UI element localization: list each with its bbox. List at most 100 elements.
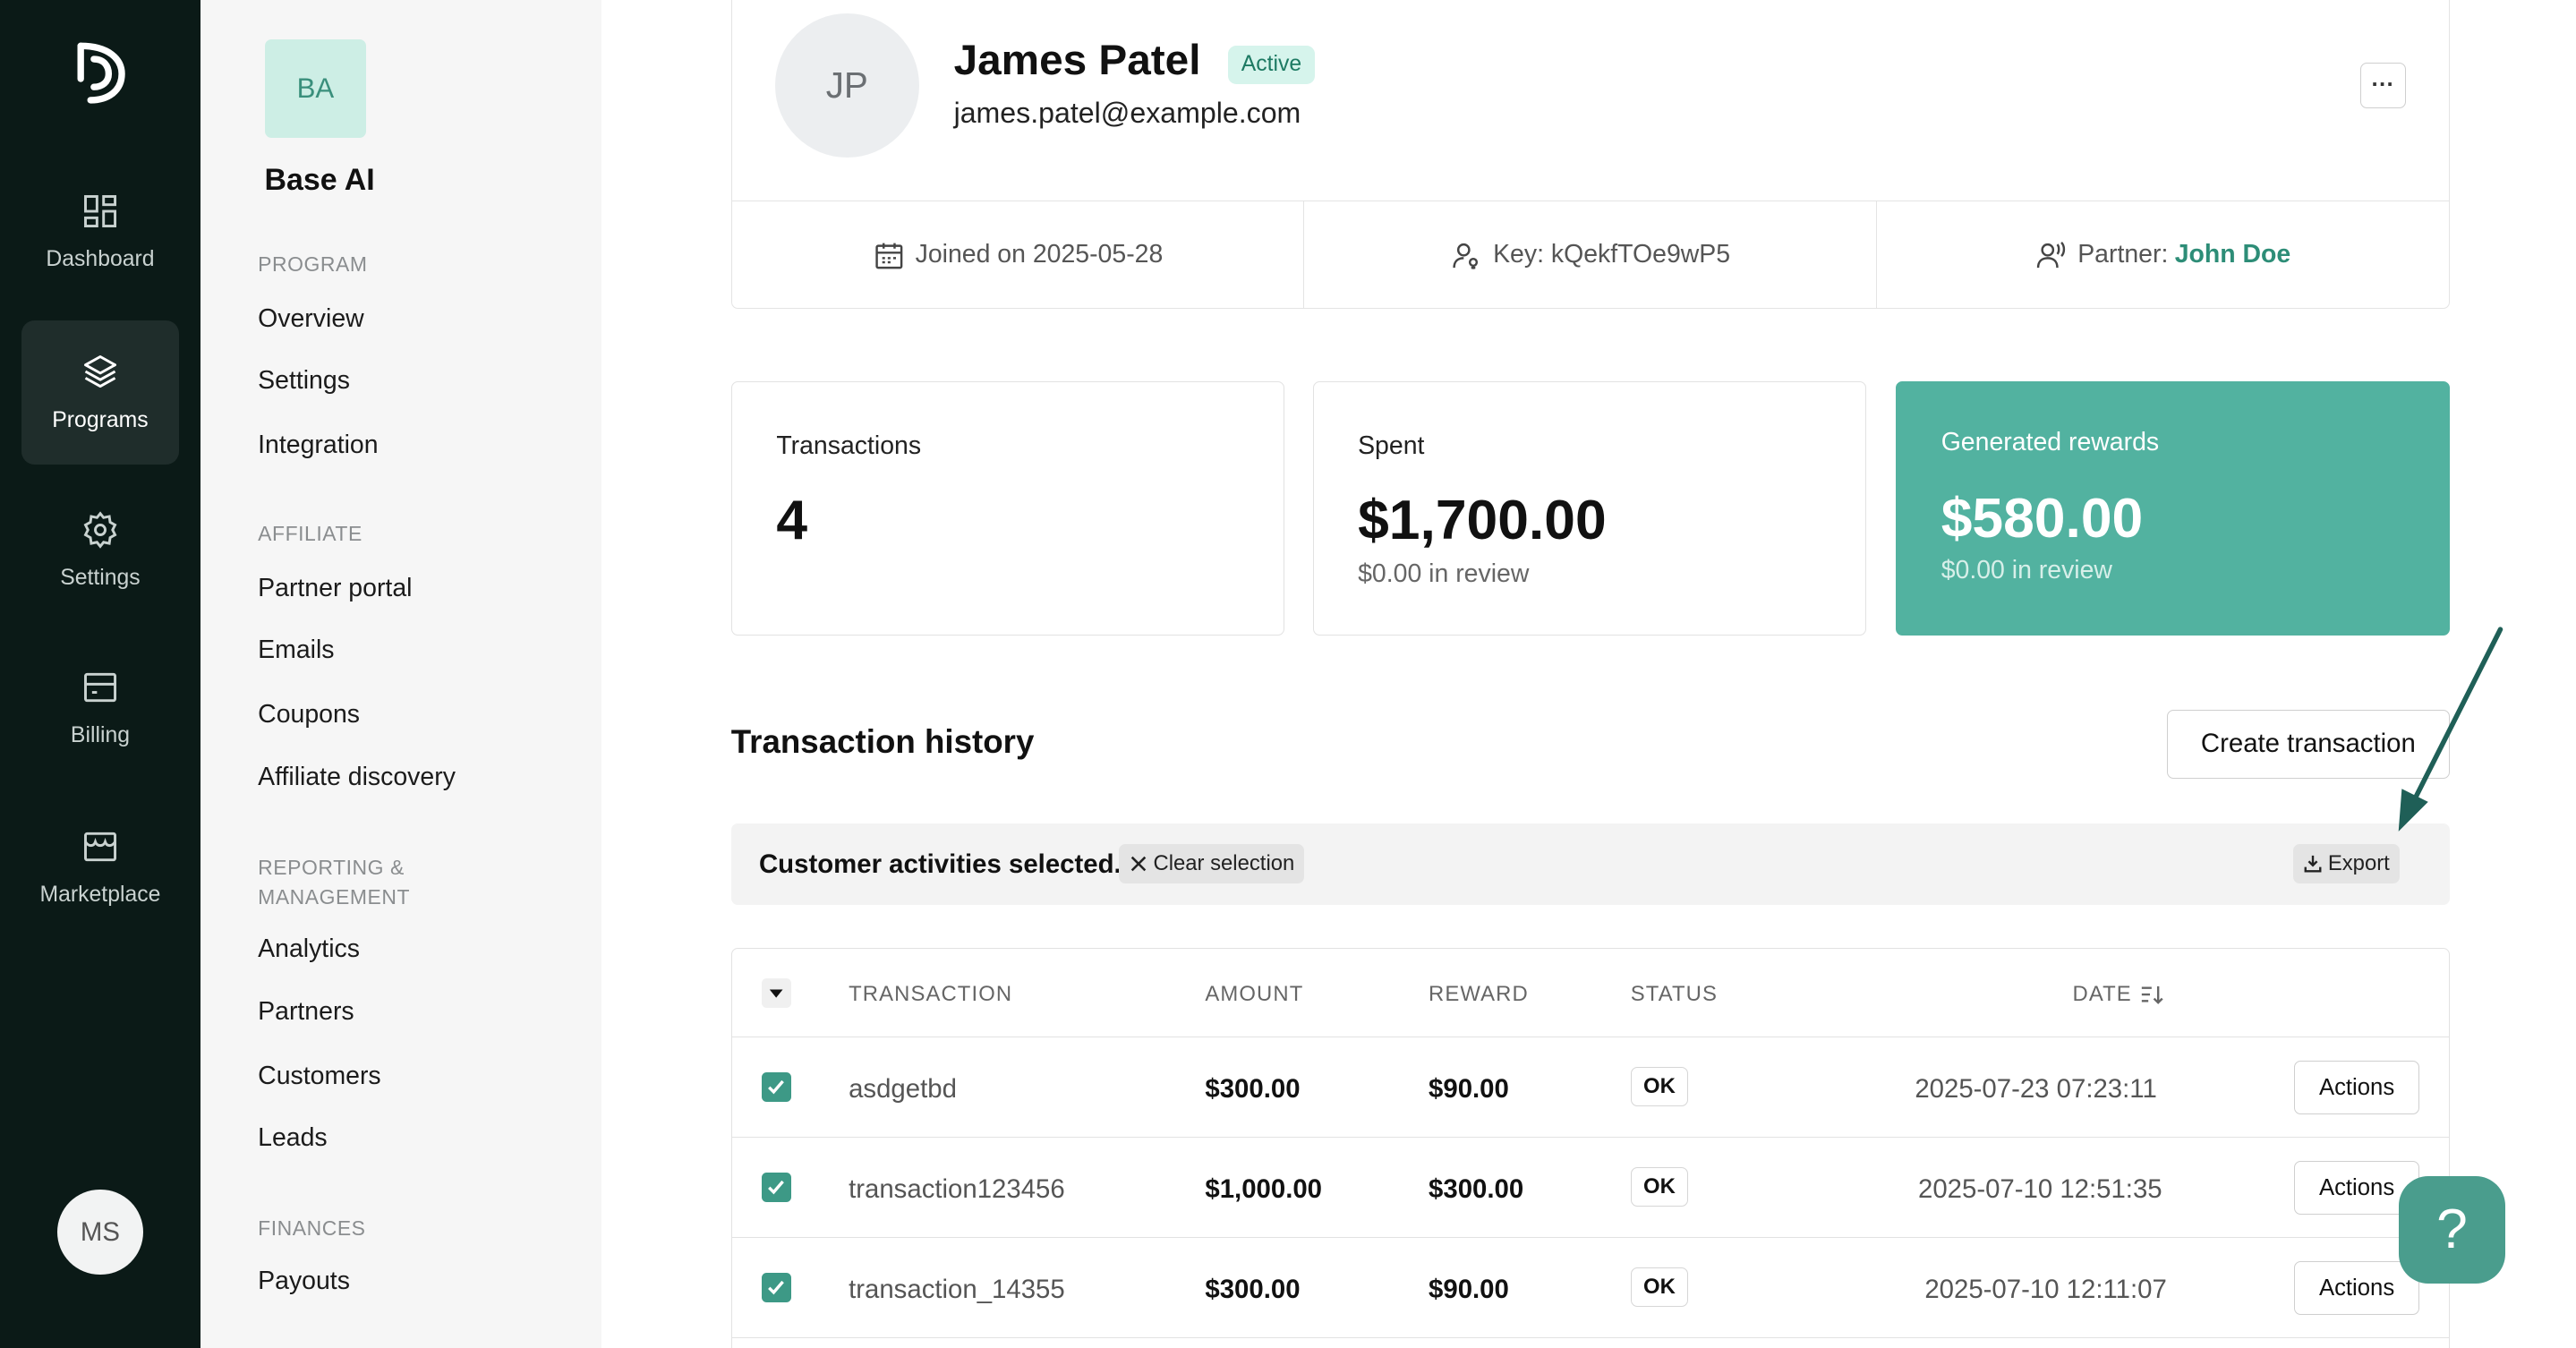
- table-row[interactable]: transaction_14355 $300.00 $90.00 OK 2025…: [731, 1238, 2449, 1339]
- customer-avatar: JP: [774, 13, 920, 158]
- joined-date: Joined on 2025-05-28: [732, 200, 1305, 310]
- caret-down-icon: [769, 989, 783, 999]
- transaction-id: asdgetbd: [849, 1073, 957, 1104]
- user-key-icon: [1453, 243, 1479, 269]
- table-row[interactable]: transaction123456 $1,000.00 $300.00 OK 2…: [731, 1138, 2449, 1239]
- layers-icon: [83, 355, 116, 388]
- row-actions-button[interactable]: Actions: [2294, 1060, 2419, 1115]
- download-icon: [2304, 856, 2322, 873]
- stat-card-spent: Spent $1,700.00 $0.00 in review: [1312, 380, 1867, 636]
- transaction-amount: $300.00: [1205, 1073, 1301, 1104]
- transaction-amount: $1,000.00: [1205, 1173, 1323, 1204]
- store-icon: [83, 832, 116, 862]
- program-sidebar: BA Base AI PROGRAM Overview Settings Int…: [200, 0, 601, 1348]
- transaction-reward: $90.00: [1429, 1073, 1509, 1104]
- transaction-reward: $300.00: [1429, 1173, 1524, 1204]
- rail-label: Programs: [52, 407, 149, 432]
- main-content: JP James Patel Active james.patel@exampl…: [601, 0, 2576, 1348]
- section-heading-program: PROGRAM: [258, 252, 368, 276]
- section-heading-finances: FINANCES: [258, 1216, 366, 1241]
- status-tag: OK: [1630, 1167, 1689, 1207]
- stat-card-transactions: Transactions 4: [730, 380, 1285, 636]
- transaction-date: 2025-07-10 12:11:07: [1924, 1274, 2167, 1304]
- clear-selection-button[interactable]: Clear selection: [1118, 844, 1305, 884]
- section-heading-reporting: REPORTING & MANAGEMENT: [258, 853, 410, 912]
- stat-subtext: $0.00 in review: [1358, 559, 1530, 589]
- logo-icon[interactable]: [73, 39, 128, 105]
- app-rail: Dashboard Programs Settings Billing Mark…: [0, 0, 200, 1348]
- stat-card-rewards: Generated rewards $580.00 $0.00 in revie…: [1896, 380, 2450, 636]
- user-voice-icon: [2036, 241, 2065, 268]
- transaction-date: 2025-07-10 12:51:35: [1918, 1173, 2162, 1204]
- rail-item-dashboard[interactable]: Dashboard: [21, 159, 179, 304]
- rail-label: Dashboard: [46, 246, 155, 271]
- partner-info: Partner: John Doe: [1877, 201, 2449, 309]
- close-icon: [1130, 857, 1147, 872]
- select-all-toggle[interactable]: [761, 978, 791, 1009]
- status-tag: OK: [1630, 1267, 1689, 1308]
- rail-label: Billing: [70, 723, 130, 748]
- customer-meta-row: Joined on 2025-05-28 Key: kQekfTOe9wP5 P…: [731, 200, 2449, 310]
- calendar-icon: [875, 243, 903, 269]
- sidebar-item-emails[interactable]: Emails: [258, 636, 334, 665]
- transactions-table: TRANSACTION AMOUNT REWARD STATUS DATE as…: [730, 948, 2450, 1348]
- transaction-reward: $90.00: [1429, 1274, 1509, 1304]
- sort-icon: [2141, 985, 2163, 1004]
- table-header: TRANSACTION AMOUNT REWARD STATUS DATE: [731, 949, 2449, 1038]
- column-header-transaction: TRANSACTION: [849, 981, 1013, 1006]
- stat-label: Spent: [1358, 431, 1425, 460]
- customer-key: Key: kQekfTOe9wP5: [1304, 200, 1878, 310]
- rail-label: Settings: [60, 566, 141, 591]
- sidebar-item-integration[interactable]: Integration: [258, 431, 378, 460]
- sidebar-item-coupons[interactable]: Coupons: [258, 700, 360, 729]
- key-text: Key: kQekfTOe9wP5: [1493, 240, 1731, 269]
- transaction-id: transaction123456: [849, 1173, 1065, 1204]
- stat-value: $580.00: [1941, 488, 2144, 550]
- more-options-button[interactable]: ···: [2359, 62, 2406, 109]
- billing-icon: [83, 672, 116, 703]
- section-heading-line: REPORTING &: [258, 855, 405, 879]
- column-header-date-label: DATE: [2072, 981, 2132, 1006]
- row-checkbox[interactable]: [761, 1071, 791, 1102]
- row-checkbox[interactable]: [761, 1272, 791, 1302]
- sidebar-item-overview[interactable]: Overview: [258, 304, 364, 334]
- sidebar-item-partners[interactable]: Partners: [258, 997, 354, 1027]
- rail-item-programs[interactable]: Programs: [21, 320, 180, 465]
- sidebar-item-affiliate-discovery[interactable]: Affiliate discovery: [258, 763, 456, 792]
- stat-subtext: $0.00 in review: [1941, 556, 2112, 585]
- gear-icon: [83, 511, 117, 549]
- sidebar-item-payouts[interactable]: Payouts: [258, 1267, 350, 1296]
- selection-bar: Customer activities selected. Clear sele…: [730, 823, 2450, 906]
- table-row[interactable]: asdgetbd $300.00 $90.00 OK 2025-07-23 07…: [731, 1037, 2449, 1139]
- user-avatar[interactable]: MS: [57, 1189, 143, 1275]
- column-header-date[interactable]: DATE: [2073, 982, 2163, 1007]
- dashboard-icon: [83, 194, 116, 227]
- stat-value: 4: [776, 490, 808, 552]
- sidebar-item-settings[interactable]: Settings: [258, 366, 350, 396]
- stat-value: $1,700.00: [1358, 490, 1607, 552]
- section-title: Transaction history: [730, 722, 1035, 760]
- check-icon: [768, 1080, 785, 1095]
- rail-item-marketplace[interactable]: Marketplace: [21, 795, 179, 940]
- help-button[interactable]: ?: [2398, 1176, 2506, 1284]
- customer-profile-card: JP James Patel Active james.patel@exampl…: [730, 0, 2450, 310]
- row-checkbox[interactable]: [761, 1172, 791, 1202]
- stat-label: Generated rewards: [1941, 428, 2160, 457]
- joined-text: Joined on 2025-05-28: [915, 240, 1164, 269]
- sidebar-item-partner-portal[interactable]: Partner portal: [258, 574, 412, 603]
- sidebar-item-leads[interactable]: Leads: [258, 1123, 327, 1153]
- transaction-amount: $300.00: [1205, 1274, 1301, 1304]
- rail-item-settings[interactable]: Settings: [21, 478, 179, 623]
- transaction-id: transaction_14355: [849, 1274, 1065, 1304]
- section-heading-affiliate: AFFILIATE: [258, 522, 363, 546]
- customer-email: james.patel@example.com: [953, 97, 1301, 130]
- partner-label: Partner:: [2077, 240, 2169, 269]
- row-actions-button[interactable]: Actions: [2294, 1260, 2419, 1316]
- export-label: Export: [2327, 851, 2390, 876]
- brand-name: Base AI: [264, 162, 375, 197]
- export-button[interactable]: Export: [2293, 844, 2400, 884]
- partner-link[interactable]: John Doe: [2175, 240, 2291, 269]
- sidebar-item-analytics[interactable]: Analytics: [258, 934, 360, 964]
- sidebar-item-customers[interactable]: Customers: [258, 1062, 380, 1091]
- rail-item-billing[interactable]: Billing: [21, 636, 179, 781]
